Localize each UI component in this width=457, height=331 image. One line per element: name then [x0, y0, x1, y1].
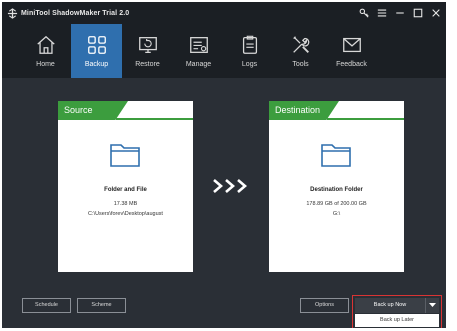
destination-title: Destination Folder — [310, 187, 363, 193]
nav-label: Restore — [135, 61, 160, 68]
minimize-icon[interactable] — [394, 7, 406, 19]
nav-feedback[interactable]: Feedback — [326, 24, 377, 78]
backup-later-option[interactable]: Back up Later — [355, 314, 439, 327]
schedule-button[interactable]: Schedule — [22, 298, 71, 313]
chevron-down-icon — [429, 303, 436, 307]
source-card[interactable]: Source Folder and File 17.38 MB C:\Users… — [58, 101, 193, 272]
backup-grid-icon — [87, 36, 106, 54]
close-icon[interactable] — [430, 7, 442, 19]
backup-now-group: Back up Now Back up Later — [352, 295, 442, 328]
destination-capacity: 178.89 GB of 200.00 GB — [306, 201, 367, 207]
menu-icon[interactable] — [376, 7, 388, 19]
nav-label: Manage — [185, 61, 212, 68]
logs-clipboard-icon — [242, 35, 257, 54]
restore-monitor-icon — [138, 37, 157, 53]
manage-list-icon — [189, 37, 208, 53]
tools-wrench-icon — [292, 36, 309, 53]
destination-card[interactable]: Destination Destination Folder 178.89 GB… — [269, 101, 404, 272]
nav-tools[interactable]: Tools — [275, 24, 326, 78]
nav-label: Tools — [292, 61, 309, 68]
source-size: 17.38 MB — [113, 201, 138, 207]
nav-label: Backup — [84, 61, 109, 68]
nav-label: Feedback — [336, 61, 367, 68]
scheme-button[interactable]: Scheme — [77, 298, 126, 313]
app-window: MiniTool ShadowMaker Trial 2.0 Home Back… — [2, 2, 446, 328]
maximize-icon[interactable] — [412, 7, 424, 19]
main-nav: Home Backup Restore Manage Logs Tools Fe… — [2, 24, 446, 78]
key-icon[interactable] — [358, 7, 370, 19]
nav-restore[interactable]: Restore — [122, 24, 173, 78]
options-button[interactable]: Options — [300, 298, 349, 313]
nav-label: Logs — [241, 61, 258, 68]
backup-now-button[interactable]: Back up Now — [355, 298, 425, 313]
nav-manage[interactable]: Manage — [173, 24, 224, 78]
triple-chevron-right-icon — [213, 179, 247, 193]
nav-logs[interactable]: Logs — [224, 24, 275, 78]
folder-icon — [320, 144, 351, 167]
nav-label: Home — [36, 61, 55, 68]
feedback-mail-icon — [342, 37, 361, 53]
window-controls — [358, 2, 442, 24]
nav-backup[interactable]: Backup — [71, 24, 122, 78]
destination-tab-underline — [327, 118, 404, 120]
nav-home[interactable]: Home — [20, 24, 71, 78]
shadowmaker-logo-icon — [6, 7, 18, 19]
backup-dropdown-button[interactable] — [425, 298, 439, 313]
destination-drive: G:\ — [332, 211, 341, 217]
folder-icon — [109, 144, 140, 167]
title-bar: MiniTool ShadowMaker Trial 2.0 — [2, 2, 446, 24]
window-title: MiniTool ShadowMaker Trial 2.0 — [21, 9, 130, 17]
source-path: C:\Users\forev\Desktop\august — [88, 211, 163, 217]
home-icon — [36, 35, 55, 54]
source-title: Folder and File — [104, 187, 147, 193]
source-tab-underline — [116, 118, 193, 120]
